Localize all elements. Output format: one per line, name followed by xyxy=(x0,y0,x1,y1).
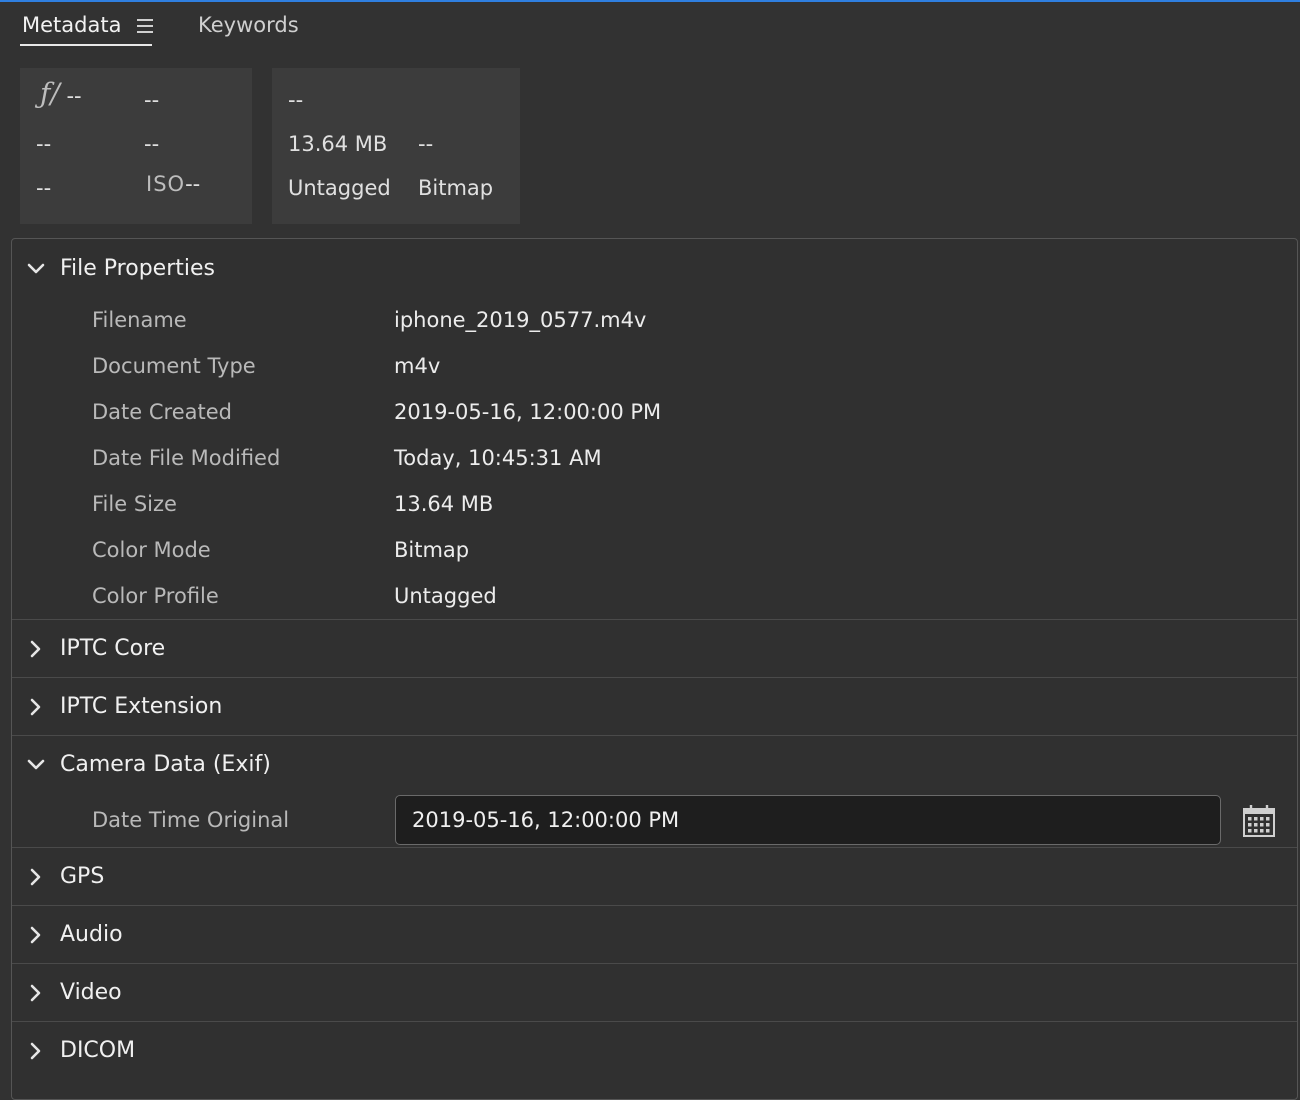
prop-value-filename[interactable]: iphone_2019_0577.m4v xyxy=(394,308,646,332)
section-iptc-core[interactable]: IPTC Core xyxy=(12,621,1297,678)
section-divider xyxy=(12,677,1297,678)
info-value: -- xyxy=(144,132,160,156)
section-divider xyxy=(12,735,1297,736)
prop-value-document-type: m4v xyxy=(394,354,441,378)
prop-label-date-created: Date Created xyxy=(92,400,232,424)
info-value: -- xyxy=(418,132,434,156)
tab-metadata[interactable]: Metadata xyxy=(22,10,121,46)
chevron-right-icon xyxy=(26,867,46,887)
section-gps[interactable]: GPS xyxy=(12,849,1297,906)
color-mode-value: Bitmap xyxy=(418,176,494,200)
section-audio[interactable]: Audio xyxy=(12,907,1297,964)
tab-metadata-label: Metadata xyxy=(22,13,122,37)
aperture-readout: ƒ/ -- xyxy=(40,80,82,109)
section-video[interactable]: Video xyxy=(12,965,1297,1022)
color-profile-value: Untagged xyxy=(288,176,391,200)
section-title: Video xyxy=(60,980,122,1005)
hamburger-menu-icon[interactable] xyxy=(137,19,153,33)
info-value: -- xyxy=(36,176,52,200)
chevron-down-icon xyxy=(26,755,46,775)
file-size-value: 13.64 MB xyxy=(288,132,388,156)
panel-tabs: Metadata Keywords xyxy=(0,2,1300,52)
shutter-value: -- xyxy=(144,88,160,112)
chevron-right-icon xyxy=(26,983,46,1003)
iso-icon: ISO xyxy=(146,172,186,196)
section-title: IPTC Core xyxy=(60,636,166,661)
section-title: File Properties xyxy=(60,256,215,281)
iso-readout: ISO-- xyxy=(146,172,200,196)
file-info-box: -- 13.64 MB -- Untagged Bitmap xyxy=(272,68,520,224)
active-tab-underline xyxy=(20,44,152,46)
tab-keywords-label: Keywords xyxy=(198,13,299,37)
section-camera-data[interactable]: Camera Data (Exif) xyxy=(12,737,1297,794)
chevron-right-icon xyxy=(26,639,46,659)
chevron-right-icon xyxy=(26,697,46,717)
prop-value-file-size: 13.64 MB xyxy=(394,492,494,516)
section-title: Camera Data (Exif) xyxy=(60,752,271,777)
tab-keywords[interactable]: Keywords xyxy=(198,10,299,46)
section-iptc-extension[interactable]: IPTC Extension xyxy=(12,679,1297,736)
iso-value: -- xyxy=(185,172,201,196)
prop-label-color-mode: Color Mode xyxy=(92,538,211,562)
section-divider xyxy=(12,1021,1297,1022)
info-value: -- xyxy=(288,88,304,112)
camera-info-box: ƒ/ -- -- -- -- -- ISO-- xyxy=(20,68,252,224)
section-divider xyxy=(12,847,1297,848)
metadata-panel: File Properties Filename iphone_2019_057… xyxy=(11,238,1298,1100)
section-title: DICOM xyxy=(60,1038,136,1063)
prop-label-date-modified: Date File Modified xyxy=(92,446,281,470)
calendar-icon[interactable] xyxy=(1241,803,1277,839)
prop-label-filename: Filename xyxy=(92,308,187,332)
section-dicom[interactable]: DICOM xyxy=(12,1023,1297,1080)
info-value: -- xyxy=(36,132,52,156)
prop-label-file-size: File Size xyxy=(92,492,177,516)
section-title: Audio xyxy=(60,922,123,947)
prop-label-color-profile: Color Profile xyxy=(92,584,219,608)
prop-value-date-modified: Today, 10:45:31 AM xyxy=(394,446,602,470)
chevron-right-icon xyxy=(26,1041,46,1061)
prop-value-color-profile: Untagged xyxy=(394,584,497,608)
section-divider xyxy=(12,963,1297,964)
prop-label-date-time-original: Date Time Original xyxy=(92,808,290,832)
aperture-icon: ƒ/ xyxy=(40,77,60,110)
section-file-properties[interactable]: File Properties xyxy=(12,241,1297,298)
prop-label-document-type: Document Type xyxy=(92,354,256,378)
chevron-right-icon xyxy=(26,925,46,945)
prop-value-color-mode: Bitmap xyxy=(394,538,470,562)
aperture-value: -- xyxy=(66,84,82,108)
section-divider xyxy=(12,619,1297,620)
section-title: IPTC Extension xyxy=(60,694,223,719)
chevron-down-icon xyxy=(26,259,46,279)
prop-value-date-created: 2019-05-16, 12:00:00 PM xyxy=(394,400,662,424)
section-title: GPS xyxy=(60,864,105,889)
section-divider xyxy=(12,905,1297,906)
date-time-original-input[interactable] xyxy=(395,795,1221,845)
